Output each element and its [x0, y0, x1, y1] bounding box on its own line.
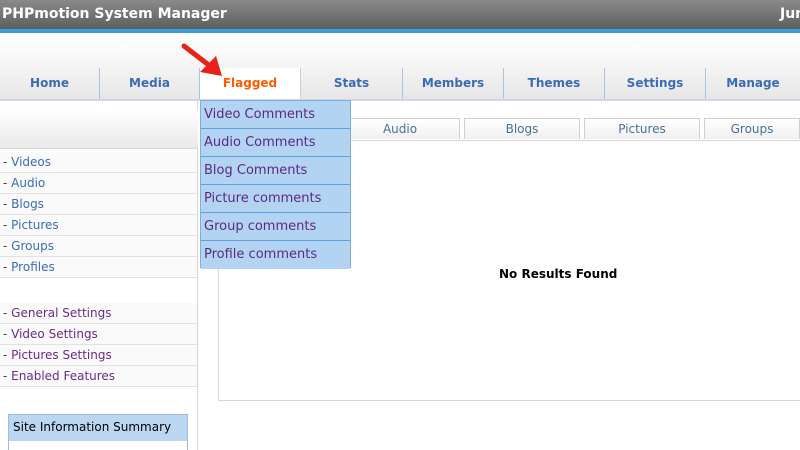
nav-tab-manage[interactable]: Manage — [706, 68, 800, 99]
menu-item-audio-comments[interactable]: Audio Comments — [201, 129, 350, 157]
nav-tab-members[interactable]: Members — [403, 68, 504, 99]
nav-tab-home[interactable]: Home — [0, 68, 100, 99]
app-title: PHPmotion System Manager — [2, 6, 227, 22]
content-subtabs: Audio Blogs Pictures Groups — [340, 118, 800, 140]
menu-item-video-comments[interactable]: Video Comments — [201, 101, 350, 129]
menu-item-blog-comments[interactable]: Blog Comments — [201, 157, 350, 185]
sidebar-item-general-settings[interactable]: - General Settings — [0, 303, 197, 324]
main-nav: Home Media Flagged Stats Members Themes … — [0, 68, 800, 99]
red-arrow-icon — [181, 43, 222, 76]
nav-tab-stats[interactable]: Stats — [301, 68, 403, 99]
sidebar-item-groups[interactable]: - Groups — [0, 236, 197, 257]
sidebar-item-blogs[interactable]: - Blogs — [0, 194, 197, 215]
site-summary-box: Site Information Summary — [8, 414, 188, 450]
subtab-groups[interactable]: Groups — [704, 118, 800, 139]
sidebar-item-videos[interactable]: - Videos — [0, 152, 197, 173]
no-results-message: No Results Found — [499, 267, 618, 281]
subtab-audio[interactable]: Audio — [340, 118, 460, 139]
sidebar: - Videos - Audio - Blogs - Pictures - Gr… — [0, 101, 198, 450]
menu-item-picture-comments[interactable]: Picture comments — [201, 185, 350, 213]
menu-item-group-comments[interactable]: Group comments — [201, 213, 350, 241]
sidebar-item-audio[interactable]: - Audio — [0, 173, 197, 194]
sidebar-item-enabled-features[interactable]: - Enabled Features — [0, 366, 197, 387]
sidebar-item-profiles[interactable]: - Profiles — [0, 257, 197, 278]
menu-item-profile-comments[interactable]: Profile comments — [201, 241, 350, 269]
subtab-blogs[interactable]: Blogs — [464, 118, 580, 139]
flagged-dropdown-menu: Video Comments Audio Comments Blog Comme… — [200, 100, 351, 269]
sidebar-item-pictures-settings[interactable]: - Pictures Settings — [0, 345, 197, 366]
title-bar: PHPmotion System Manager Jun — [0, 0, 800, 29]
sidebar-media-list: - Videos - Audio - Blogs - Pictures - Gr… — [0, 152, 197, 278]
subtab-pictures[interactable]: Pictures — [584, 118, 700, 139]
nav-tab-settings[interactable]: Settings — [605, 68, 706, 99]
sidebar-header — [0, 109, 198, 149]
sidebar-settings-list: - General Settings - Video Settings - Pi… — [0, 303, 197, 387]
nav-tab-themes[interactable]: Themes — [504, 68, 605, 99]
sidebar-item-video-settings[interactable]: - Video Settings — [0, 324, 197, 345]
site-summary-title: Site Information Summary — [9, 415, 187, 441]
date-label: Jun — [780, 6, 800, 22]
sidebar-item-pictures[interactable]: - Pictures — [0, 215, 197, 236]
